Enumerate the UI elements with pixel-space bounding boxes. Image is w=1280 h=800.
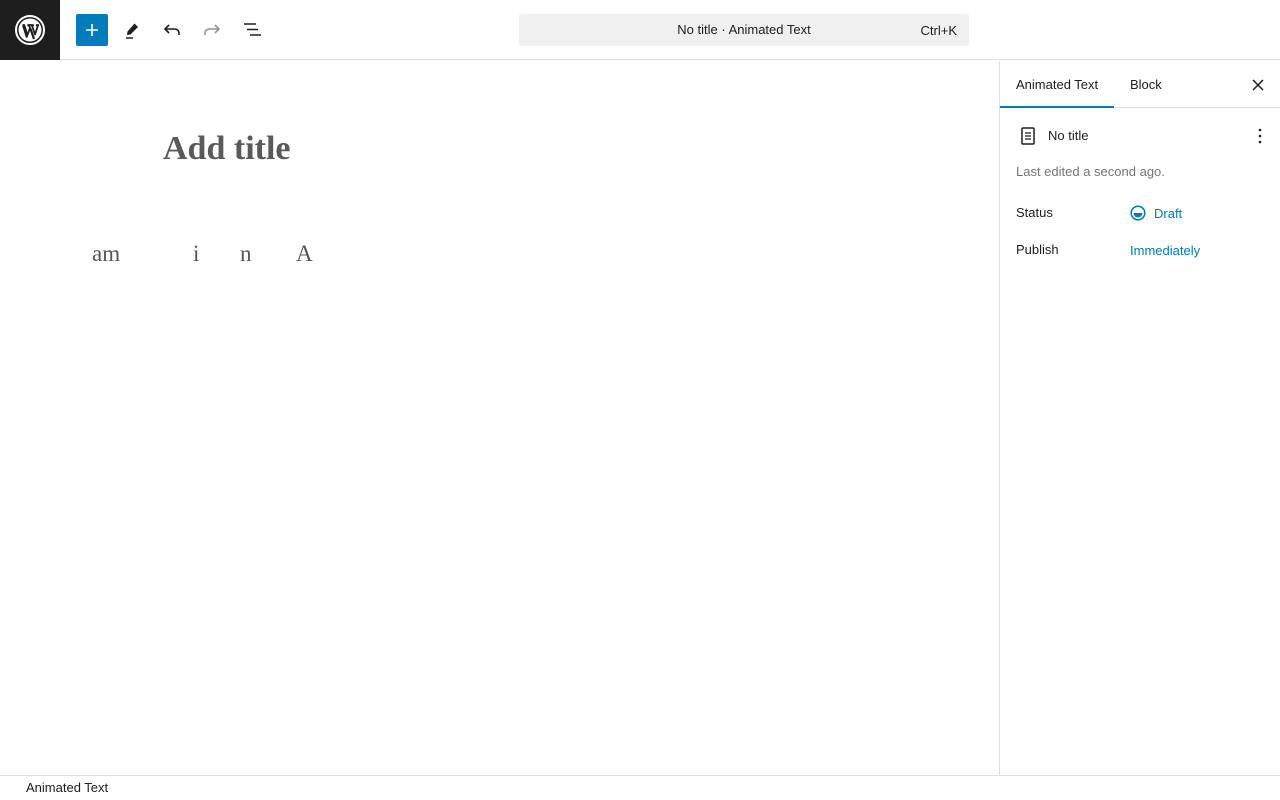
wordpress-logo-icon xyxy=(15,15,45,45)
command-palette-bar[interactable]: No title · Animated Text Ctrl+K xyxy=(519,14,969,46)
close-sidebar-button[interactable] xyxy=(1244,71,1272,99)
document-overview-icon xyxy=(244,23,261,36)
tab-document[interactable]: Animated Text xyxy=(1000,61,1114,108)
pencil-icon xyxy=(126,23,138,39)
document-summary: No title xyxy=(1016,124,1272,148)
animated-letter: am xyxy=(92,241,121,266)
command-shortcut: Ctrl+K xyxy=(920,23,957,38)
publish-label: Publish xyxy=(1016,242,1059,257)
page-icon xyxy=(1018,125,1038,147)
redo-icon xyxy=(204,24,221,35)
editor-canvas: Add title am i n A xyxy=(0,61,999,775)
wordpress-logo-button[interactable] xyxy=(0,0,60,60)
settings-sidebar: Animated Text Block No title Last edited… xyxy=(999,61,1280,775)
close-icon xyxy=(1252,79,1264,91)
status-value: Draft xyxy=(1154,206,1183,221)
status-row: Status Draft xyxy=(1016,204,1272,226)
animated-letter: i xyxy=(193,241,200,266)
status-label: Status xyxy=(1016,205,1053,220)
command-bar-title: No title · Animated Text xyxy=(677,22,811,37)
last-edited-text: Last edited a second ago. xyxy=(1016,164,1165,179)
tab-block[interactable]: Block xyxy=(1130,61,1162,108)
breadcrumb-item[interactable]: Animated Text xyxy=(26,780,108,795)
animated-letter: n xyxy=(240,241,252,266)
tools-button[interactable] xyxy=(116,14,148,46)
post-title-input[interactable]: Add title xyxy=(163,130,291,168)
document-actions-button[interactable] xyxy=(1248,124,1272,148)
sidebar-tabs: Animated Text Block xyxy=(1000,61,1280,108)
publish-value: Immediately xyxy=(1130,243,1201,258)
redo-button[interactable] xyxy=(196,14,228,46)
publish-date-button[interactable]: Immediately xyxy=(1130,243,1200,258)
animated-letter: A xyxy=(296,241,313,266)
draft-status-icon xyxy=(1130,204,1146,221)
status-toggle-button[interactable]: Draft xyxy=(1130,204,1182,221)
document-overview-button[interactable] xyxy=(236,14,268,46)
publish-row: Publish Immediately xyxy=(1016,241,1272,263)
more-vertical-icon xyxy=(1258,128,1262,144)
add-block-button[interactable] xyxy=(76,14,108,46)
block-breadcrumb-bar: Animated Text xyxy=(0,775,1280,800)
plus-icon xyxy=(86,24,98,36)
document-title: No title xyxy=(1048,128,1089,143)
editor-header: No title · Animated Text Ctrl+K xyxy=(0,0,1280,60)
animated-text-block[interactable]: am i n A xyxy=(0,241,400,271)
undo-icon xyxy=(163,24,180,35)
undo-button[interactable] xyxy=(156,14,188,46)
